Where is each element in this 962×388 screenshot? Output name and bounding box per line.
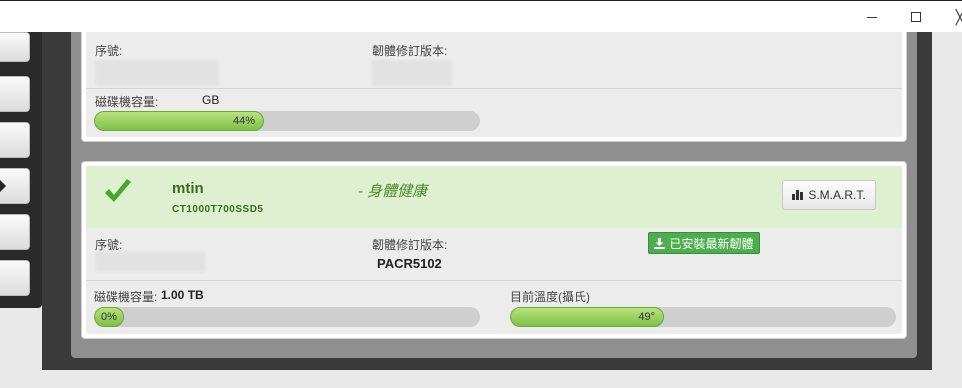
capacity-label: 磁碟機容量: bbox=[95, 95, 159, 109]
check-icon bbox=[105, 179, 131, 202]
minimize-icon bbox=[867, 16, 877, 18]
firmware-button-label: 已安裝最新韌體 bbox=[669, 236, 754, 251]
close-icon: ╳ bbox=[955, 8, 962, 25]
firmware-value: PACR5102 bbox=[377, 256, 442, 271]
sidebar-button-1[interactable] bbox=[0, 32, 30, 62]
usage-text: 44% bbox=[232, 115, 255, 127]
serial-value-redacted bbox=[95, 252, 205, 272]
usage-bar: 0% bbox=[94, 307, 480, 327]
divider bbox=[86, 280, 902, 281]
health-header: mtin CT1000T700SSD5 - 身體健康 S.M.A.R.T. bbox=[86, 166, 902, 228]
sidebar-button-5[interactable] bbox=[0, 214, 30, 250]
serial-label: 序號: bbox=[95, 44, 123, 58]
download-icon bbox=[654, 237, 666, 249]
temperature-label: 目前溫度(攝氏) bbox=[510, 290, 590, 304]
usage-bar-fill: 44% bbox=[94, 111, 264, 131]
maximize-icon bbox=[911, 12, 921, 22]
title-bar: ╳ bbox=[0, 0, 962, 32]
selected-arrow-icon bbox=[0, 180, 6, 192]
drive-card-1: 序號: 韌體修訂版本: 磁碟機容量: GB 44% bbox=[81, 32, 907, 142]
usage-bar-fill: 0% bbox=[94, 307, 124, 327]
maximize-button[interactable] bbox=[894, 1, 938, 33]
firmware-label: 韌體修訂版本: bbox=[372, 44, 448, 58]
sidebar bbox=[0, 32, 42, 308]
smart-label: S.M.A.R.T. bbox=[808, 188, 866, 202]
usage-bar: 44% bbox=[94, 111, 480, 131]
temperature-text: 49° bbox=[638, 311, 655, 323]
sidebar-button-6[interactable] bbox=[0, 260, 30, 296]
serial-label: 序號: bbox=[95, 238, 123, 252]
capacity-label: 磁碟機容量: bbox=[94, 290, 158, 304]
temperature-bar: 49° bbox=[510, 307, 896, 327]
usage-text: 0% bbox=[101, 311, 117, 323]
capacity-value: 1.00 TB bbox=[161, 288, 204, 302]
drive-model: CT1000T700SSD5 bbox=[172, 204, 264, 215]
sidebar-button-2[interactable] bbox=[0, 76, 30, 112]
divider bbox=[86, 88, 902, 89]
firmware-installed-button[interactable]: 已安裝最新韌體 bbox=[648, 232, 760, 254]
drive-name: mtin bbox=[172, 180, 204, 197]
bar-chart-icon bbox=[792, 190, 804, 200]
minimize-button[interactable] bbox=[850, 1, 894, 33]
temperature-bar-fill: 49° bbox=[510, 307, 664, 327]
health-status: - 身體健康 bbox=[358, 183, 428, 200]
sidebar-button-3[interactable] bbox=[0, 122, 30, 158]
smart-button[interactable]: S.M.A.R.T. bbox=[782, 180, 876, 210]
serial-value-redacted bbox=[95, 60, 219, 86]
drive-card-2: mtin CT1000T700SSD5 - 身體健康 S.M.A.R.T. 序號… bbox=[81, 161, 907, 339]
firmware-label: 韌體修訂版本: bbox=[372, 238, 448, 252]
close-button[interactable]: ╳ bbox=[938, 1, 962, 33]
capacity-value: GB bbox=[202, 93, 220, 107]
firmware-value-redacted bbox=[372, 60, 452, 86]
